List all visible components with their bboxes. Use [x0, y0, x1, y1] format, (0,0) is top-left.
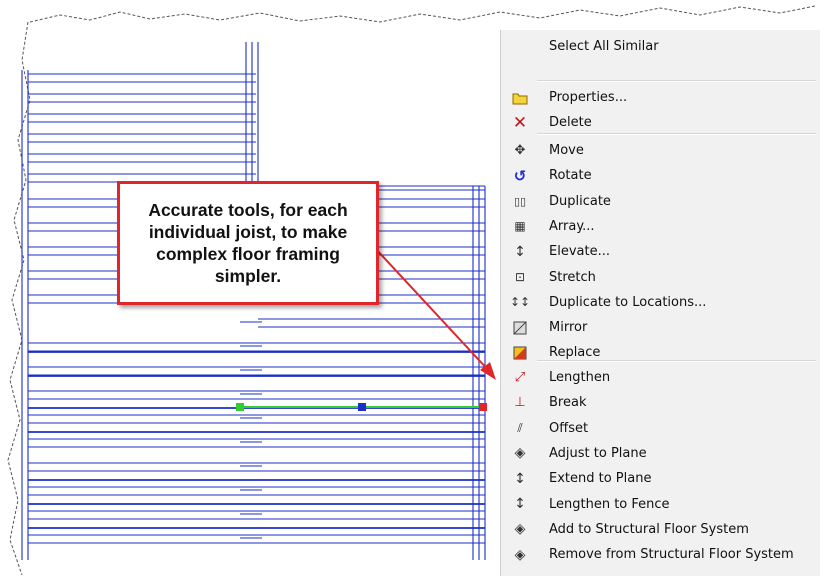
menu-item-delete[interactable]: ✕ Delete — [501, 110, 820, 135]
menu-item-label: Properties... — [549, 90, 628, 105]
menu-item-label: Replace — [549, 345, 601, 361]
menu-item-label: Delete — [549, 115, 592, 131]
menu-item-add-to-structural-floor-system[interactable]: ◈ Add to Structural Floor System — [501, 517, 820, 542]
menu-item-label: Elevate... — [549, 244, 610, 260]
break-icon: ⊥ — [514, 395, 526, 411]
rotate-icon: ↺ — [513, 166, 527, 185]
duplicate-icon: ▯▯ — [513, 194, 527, 208]
lengthen-fence-icon: ↕ — [514, 496, 526, 512]
menu-item-offset[interactable]: ⫽ Offset — [501, 416, 820, 441]
mirror-icon — [511, 319, 529, 337]
menu-item-lengthen-to-fence[interactable]: ↕ Lengthen to Fence — [501, 492, 820, 517]
joist-handle-start[interactable] — [236, 403, 244, 411]
replace-icon — [511, 344, 529, 362]
menu-item-remove-from-structural-floor-system[interactable]: ◈ Remove from Structural Floor System — [501, 542, 820, 567]
menu-item-duplicate[interactable]: ▯▯ Duplicate — [501, 189, 820, 214]
menu-item-array[interactable]: ▦ Array... — [501, 214, 820, 239]
menu-icon-blank — [511, 38, 529, 56]
menu-item-select-all-similar[interactable]: Select All Similar — [501, 34, 820, 59]
move-icon: ✥ — [514, 143, 526, 158]
menu-item-elevate[interactable]: ↕ Elevate... — [501, 239, 820, 264]
menu-separator — [537, 133, 816, 135]
menu-item-label: Break — [549, 395, 587, 411]
remove-floor-system-icon: ◈ — [514, 546, 526, 563]
extend-plane-icon: ↕ — [514, 470, 526, 487]
menu-item-label: Add to Structural Floor System — [549, 521, 749, 537]
menu-item-adjust-to-plane[interactable]: ◈ Adjust to Plane — [501, 441, 820, 466]
callout-box: Accurate tools, for each individual jois… — [117, 181, 379, 305]
menu-separator — [537, 360, 816, 362]
offset-icon: ⫽ — [517, 420, 523, 435]
menu-item-extend-to-plane[interactable]: ↕ Extend to Plane — [501, 466, 820, 491]
menu-item-label: Duplicate — [549, 193, 611, 209]
menu-separator — [537, 80, 816, 82]
adjust-plane-icon: ◈ — [514, 445, 526, 462]
menu-item-label: Offset — [549, 420, 589, 436]
folder-icon — [511, 89, 529, 107]
torn-edge-top — [29, 5, 816, 23]
menu-item-mirror[interactable]: Mirror — [501, 315, 820, 340]
joist-handle-middle[interactable] — [358, 403, 366, 411]
menu-item-label: Duplicate to Locations... — [549, 294, 707, 310]
menu-item-label: Array... — [549, 218, 595, 234]
callout-text: Accurate tools, for each individual jois… — [148, 200, 348, 286]
add-floor-system-icon: ◈ — [514, 521, 526, 538]
stretch-icon: ⊡ — [514, 270, 526, 284]
lengthen-icon: ⤢ — [514, 370, 526, 385]
menu-item-label: Select All Similar — [549, 39, 659, 54]
menu-item-stretch[interactable]: ⊡ Stretch — [501, 265, 820, 290]
duplicate-locations-icon: ↕↕ — [509, 295, 531, 310]
menu-item-label: Adjust to Plane — [549, 445, 647, 461]
torn-edge-left — [7, 21, 31, 576]
joist-handle-end[interactable] — [479, 403, 487, 411]
menu-item-label: Rotate — [549, 168, 592, 184]
elevate-icon: ↕ — [514, 243, 526, 260]
array-icon: ▦ — [514, 219, 526, 234]
menu-item-duplicate-to-locations[interactable]: ↕↕ Duplicate to Locations... — [501, 290, 820, 315]
menu-item-move[interactable]: ✥ Move — [501, 138, 820, 163]
menu-item-label: Mirror — [549, 320, 588, 336]
menu-item-label: Lengthen to Fence — [549, 496, 670, 512]
context-menu: Select All Similar Properties... ✕ Delete ✥ M… — [500, 30, 820, 576]
menu-item-properties[interactable]: Properties... — [501, 85, 820, 110]
menu-item-lengthen[interactable]: ⤢ Lengthen — [501, 365, 820, 390]
menu-item-label: Move — [549, 143, 584, 158]
menu-item-label: Extend to Plane — [549, 471, 652, 487]
menu-item-label: Stretch — [549, 269, 596, 285]
menu-item-label: Remove from Structural Floor System — [549, 547, 794, 563]
menu-item-rotate[interactable]: ↺ Rotate — [501, 163, 820, 188]
menu-item-label: Lengthen — [549, 370, 611, 385]
delete-x-icon: ✕ — [512, 112, 528, 133]
menu-item-break[interactable]: ⊥ Break — [501, 390, 820, 415]
